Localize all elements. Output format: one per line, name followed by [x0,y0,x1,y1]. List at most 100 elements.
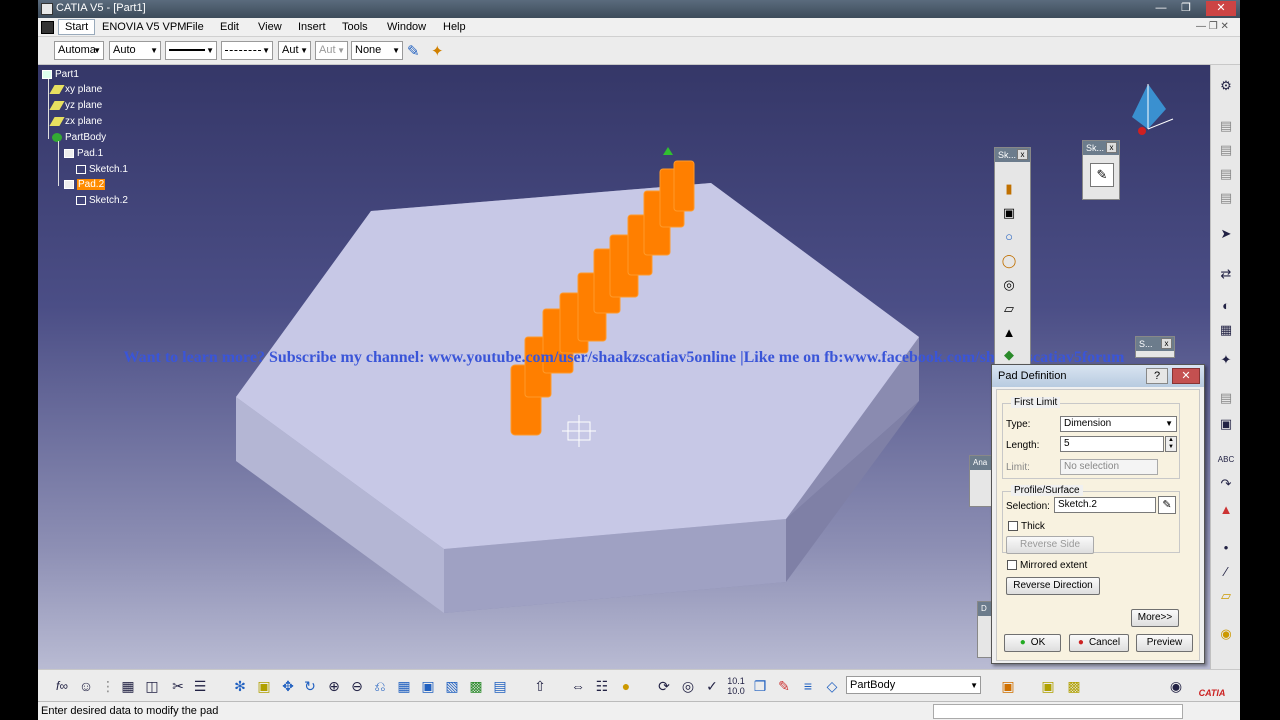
axis-system-icon[interactable]: ✓ [702,676,722,696]
toolbar-title[interactable]: Ana [970,456,992,470]
command-input[interactable] [933,704,1183,719]
dialog-title-bar[interactable]: Pad Definition ? ✕ [992,365,1204,387]
line-type-combo[interactable]: ▼ [221,41,273,60]
pocket-icon[interactable]: ▣ [1000,204,1018,222]
apply-material-icon[interactable]: ● [616,676,636,696]
transparency-combo[interactable]: Auto ▼ [109,41,161,60]
length-spinner[interactable]: ▲ ▼ [1165,436,1177,452]
fit-all-icon[interactable]: ▣ [254,676,274,696]
reverse-direction-button[interactable]: Reverse Direction [1006,577,1100,595]
menu-view[interactable]: View [258,21,282,33]
more-button[interactable]: More>> [1131,609,1179,627]
layer-filter-combo[interactable]: Aut ▼ [315,41,348,60]
copy-icon[interactable]: ❐ [750,676,770,696]
reorder-icon[interactable]: ▩ [1064,676,1084,696]
box-icon[interactable]: ▣ [1217,415,1235,433]
rotate-icon[interactable]: ↻ [300,676,320,696]
shading-icon[interactable]: ▧ [442,676,462,696]
snap-icon[interactable]: ◫ [142,676,162,696]
menu-start[interactable]: Start [58,19,96,35]
length-input[interactable]: 5 [1060,436,1164,452]
menu-tools[interactable]: Tools [342,21,368,33]
multi-section-icon[interactable]: ◆ [1000,346,1018,364]
multi-view-icon[interactable]: ▦ [394,676,414,696]
list-icon[interactable]: ≡ [798,676,818,696]
close-icon[interactable]: ✕ [1206,1,1236,16]
tree-item-zx-plane[interactable]: zx plane [49,116,102,127]
thick-checkbox[interactable] [1008,521,1018,531]
hide-show-icon[interactable]: ▩ [466,676,486,696]
iso-view-icon[interactable]: ▣ [418,676,438,696]
mirror-icon[interactable]: ◐ [1217,297,1235,315]
hole-icon[interactable]: ◎ [1000,276,1018,294]
cancel-button[interactable]: ● Cancel [1069,634,1129,652]
pad-icon[interactable]: ▮ [1000,180,1018,198]
menu-help[interactable]: Help [443,21,466,33]
close-icon[interactable]: x [1106,142,1117,153]
measure-icon[interactable]: ⇔ [568,676,588,696]
tree-item-yz-plane[interactable]: yz plane [49,100,102,111]
formula-icon[interactable]: f∞ [52,676,72,696]
shaft-icon[interactable]: ○ [1000,228,1018,246]
tree-item-sketch2[interactable]: Sketch.2 [76,195,128,206]
mirrored-extent-checkbox[interactable] [1007,560,1017,570]
help-icon[interactable]: ? [1146,368,1168,384]
update-icon[interactable]: ⇧ [530,676,550,696]
menu-edit[interactable]: Edit [220,21,239,33]
line-icon[interactable]: ∕ [1217,563,1235,581]
text-icon[interactable]: ABC [1217,451,1235,469]
plane-icon[interactable]: ▤ [1217,389,1235,407]
tree-item-partbody[interactable]: PartBody [52,132,106,143]
zoom-in-icon[interactable]: ⊕ [324,676,344,696]
toolbar-title[interactable]: S... x [1136,337,1174,351]
preview-button[interactable]: Preview [1136,634,1193,652]
line-thickness-combo[interactable]: ▼ [165,41,217,60]
selection-field[interactable]: Sketch.2 [1054,497,1156,513]
parameters-icon[interactable]: ✎ [774,676,794,696]
select-arrow-icon[interactable]: ➤ [1217,225,1235,243]
toolbar-title[interactable]: Sk... x [1083,141,1119,155]
publication-icon[interactable]: ◇ [822,676,842,696]
stiffener-icon[interactable]: ▲ [1000,324,1018,342]
format-painter-icon[interactable]: ✦ [431,42,444,60]
material-icon[interactable]: ▲ [1217,501,1235,519]
painter-icon[interactable]: ✎ [407,42,420,60]
toolbar-title[interactable]: Sk... x [995,148,1030,162]
type-select[interactable]: Dimension ▼ [1060,416,1177,432]
link-icon[interactable]: ↷ [1217,475,1235,493]
normal-view-icon[interactable]: ⎌ [370,676,390,696]
tree-item-pad2[interactable]: Pad.2 [64,179,106,190]
limit-field[interactable]: No selection [1060,459,1158,475]
point-icon[interactable]: • [1217,539,1235,557]
direction-arrow[interactable] [663,147,673,155]
menu-enovia[interactable]: ENOVIA V5 VPM [102,21,186,33]
sketch-icon[interactable]: ✎ [1158,496,1176,514]
insert-body-icon[interactable]: ▣ [998,676,1018,696]
plane-create-icon[interactable]: ▱ [1217,587,1235,605]
constraint-icon[interactable]: ▤ [1217,141,1235,159]
swap-view-icon[interactable]: ▤ [490,676,510,696]
fly-mode-icon[interactable]: ✻ [230,676,250,696]
reverse-side-button[interactable]: Reverse Side [1006,536,1094,554]
rib-icon[interactable]: ▱ [1000,300,1018,318]
tree-item-pad1[interactable]: Pad.1 [64,148,103,159]
sketch-icon[interactable]: ✎ [1090,163,1114,187]
catalog-icon[interactable]: ☰ [190,676,210,696]
tree-item-part1[interactable]: Part1 [42,69,79,80]
zoom-out-icon[interactable]: ⊖ [347,676,367,696]
units-icon[interactable]: 10.1 10.0 [726,676,746,696]
knowledge-icon[interactable]: ▣ [1038,676,1058,696]
render-icon[interactable]: ◉ [1217,625,1235,643]
close-icon[interactable]: ✕ [1172,368,1200,384]
constraint-icon[interactable]: ▤ [1217,189,1235,207]
menu-window[interactable]: Window [387,21,426,33]
transform-icon[interactable]: ⇄ [1217,265,1235,283]
point-type-combo[interactable]: Aut ▼ [278,41,311,60]
axis-icon[interactable]: ✦ [1217,351,1235,369]
globe-icon[interactable]: ◎ [678,676,698,696]
ok-button[interactable]: ● OK [1004,634,1061,652]
groove-icon[interactable]: ◯ [1000,252,1018,270]
constraint-icon[interactable]: ▤ [1217,117,1235,135]
doc-window-controls[interactable]: — ❐ ✕ [1196,21,1229,32]
gear-icon[interactable]: ⚙ [1217,77,1235,95]
